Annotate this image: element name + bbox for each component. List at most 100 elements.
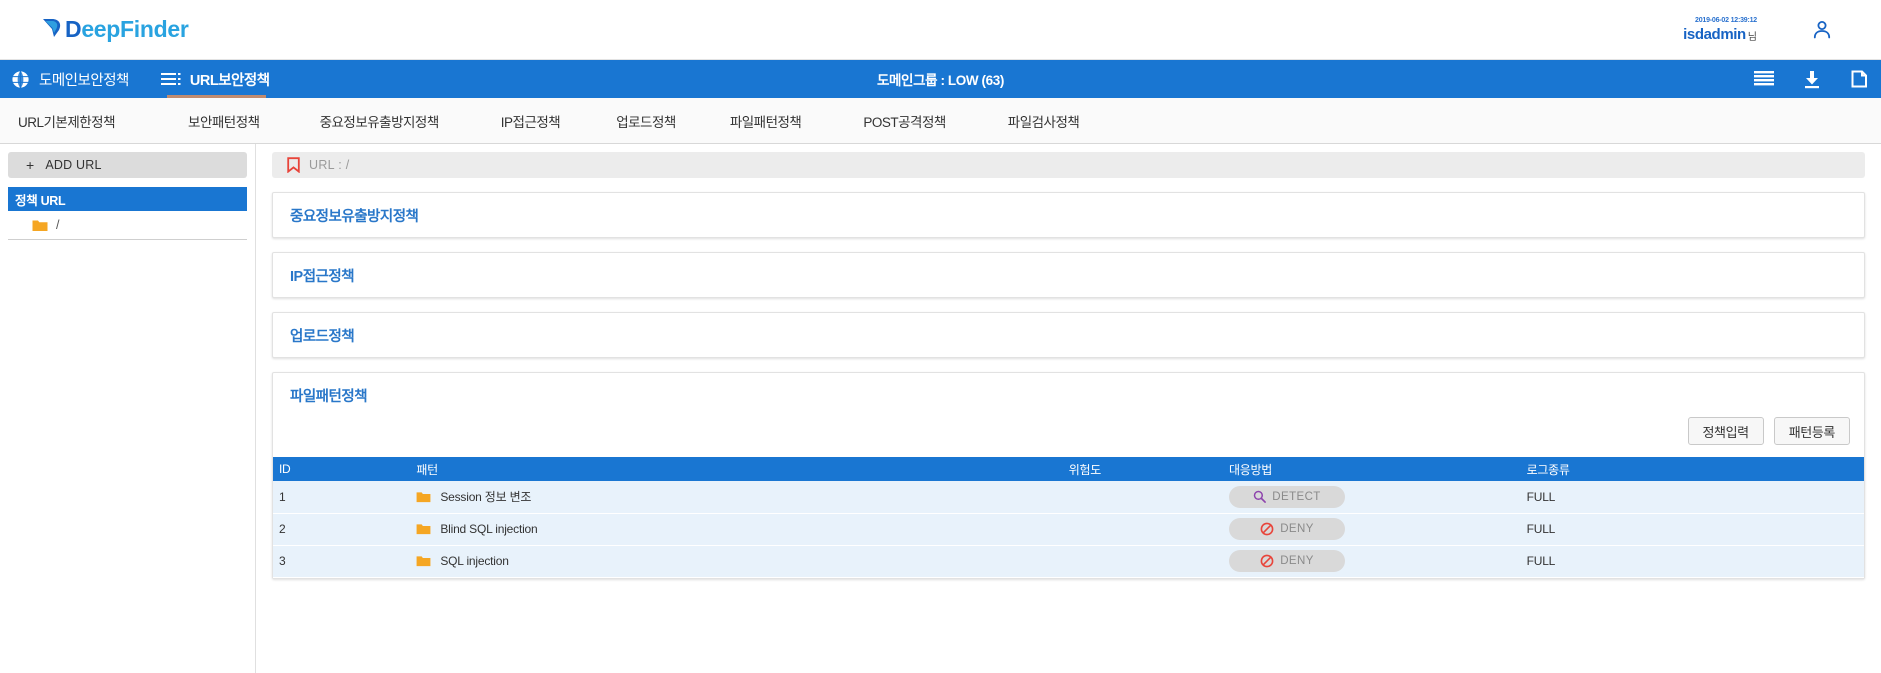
app-logo[interactable]: DeepFinder [40, 15, 189, 45]
table-header-row: ID 패턴 위험도 대응방법 로그종류 [273, 457, 1864, 481]
top-header: DeepFinder 2019-06-02 12:39:12 isdadmin … [0, 0, 1881, 60]
cell-pattern-label: Session 정보 변조 [440, 490, 532, 505]
folder-icon [416, 491, 431, 503]
deepfinder-logo-icon [40, 15, 65, 45]
download-icon[interactable] [1799, 66, 1825, 92]
deny-icon [1260, 554, 1274, 568]
tab-critical-info-leak-prevention-policy[interactable]: 중요정보유출방지정책 [310, 111, 449, 131]
cell-id: 1 [273, 481, 411, 514]
magnifier-icon [1253, 490, 1267, 504]
panel-ip-access-policy: IP접근정책 [272, 252, 1865, 298]
folder-icon [416, 523, 431, 535]
cell-pattern: Session 정보 변조 [410, 481, 1063, 514]
cell-id: 3 [273, 545, 411, 578]
username: isdadmin [1683, 25, 1746, 43]
table-header: ID 패턴 위험도 대응방법 로그종류 [273, 457, 1864, 481]
status-badge-label: DENY [1280, 555, 1314, 567]
cell-pattern-label: SQL injection [440, 554, 509, 568]
list-view-icon[interactable] [1751, 66, 1777, 92]
cell-response: DETECT [1223, 481, 1521, 514]
table-body: 1 Session 정보 변조 DETECT FULL 2 Blind SQL … [273, 481, 1864, 578]
folder-icon [32, 219, 48, 232]
sidebar-tree-label: / [56, 218, 60, 232]
pattern-register-button[interactable]: 패턴등록 [1773, 417, 1850, 445]
panel-title-file-pattern-policy[interactable]: 파일패턴정책 [273, 373, 1864, 417]
cell-log-type: FULL [1520, 545, 1864, 578]
cell-log-type: FULL [1520, 513, 1864, 546]
add-url-button[interactable]: + ADD URL [8, 152, 247, 178]
column-header-risk[interactable]: 위험도 [1062, 457, 1223, 481]
list-icon [160, 72, 181, 86]
user-info: 2019-06-02 12:39:12 isdadmin 님 [1683, 17, 1757, 43]
status-badge-label: DETECT [1272, 490, 1321, 503]
policy-tab-strip: URL기본제한정책 보안패턴정책 중요정보유출방지정책 IP접근정책 업로드정책… [0, 98, 1881, 144]
sidebar-section-title: 정책 URL [8, 187, 247, 211]
globe-icon [11, 69, 30, 89]
panel-title-ip-access-policy[interactable]: IP접근정책 [273, 253, 1864, 297]
table-row[interactable]: 3 SQL injection DENY FULL [273, 545, 1864, 578]
status-badge-deny: DENY [1229, 518, 1345, 540]
nav-label-url-security-policy: URL보안정책 [189, 72, 270, 89]
domain-group-label: 도메인그룹 : LOW (63) [877, 73, 1004, 88]
status-badge-deny: DENY [1229, 550, 1345, 572]
column-header-log-type[interactable]: 로그종류 [1520, 457, 1864, 481]
sidebar: + ADD URL 정책 URL / [0, 144, 256, 673]
logo-text-rest: eepFinder [81, 16, 189, 42]
panel-upload-policy: 업로드정책 [272, 312, 1865, 358]
column-header-response[interactable]: 대응방법 [1223, 457, 1521, 481]
username-suffix: 님 [1747, 32, 1757, 44]
cell-response: DENY [1223, 545, 1521, 578]
bookmark-icon [287, 157, 300, 173]
url-breadcrumb-text: URL : / [309, 158, 350, 172]
status-badge-detect: DETECT [1229, 485, 1345, 508]
username-row: isdadmin 님 [1683, 25, 1757, 44]
add-url-label: ADD URL [45, 158, 102, 172]
tab-upload-policy[interactable]: 업로드정책 [606, 111, 686, 131]
panel-title-upload-policy[interactable]: 업로드정책 [273, 313, 1864, 357]
tab-file-pattern-policy[interactable]: 파일패턴정책 [720, 111, 812, 131]
tab-security-pattern-policy[interactable]: 보안패턴정책 [178, 111, 270, 131]
panel-action-buttons: 정책입력 패턴등록 [273, 417, 1864, 457]
session-timestamp: 2019-06-02 12:39:12 [1695, 16, 1757, 24]
cell-id: 2 [273, 513, 411, 546]
page-body: + ADD URL 정책 URL / URL : / 중요정보유출방지정책 IP… [0, 144, 1881, 673]
nav-item-url-security-policy[interactable]: URL보안정책 [157, 60, 274, 98]
file-pattern-table-wrap: ID 패턴 위험도 대응방법 로그종류 1 Session 정보 변조 DETE… [273, 457, 1864, 578]
cell-pattern: Blind SQL injection [410, 513, 1063, 546]
header-right-cluster: 2019-06-02 12:39:12 isdadmin 님 [1683, 0, 1881, 60]
primary-nav-bar: 도메인보안정책 URL보안정책 도메인그룹 : LOW (63) [0, 60, 1881, 98]
cell-risk [1062, 545, 1223, 578]
column-header-id[interactable]: ID [273, 457, 411, 481]
panel-critical-info-leak-prevention-policy: 중요정보유출방지정책 [272, 192, 1865, 238]
tab-file-inspection-policy[interactable]: 파일검사정책 [998, 111, 1090, 131]
policy-input-button[interactable]: 정책입력 [1687, 417, 1764, 445]
plus-icon: + [26, 157, 35, 173]
copy-icon[interactable] [1847, 66, 1873, 92]
table-row[interactable]: 1 Session 정보 변조 DETECT FULL [273, 481, 1864, 514]
tab-post-attack-policy[interactable]: POST공격정책 [853, 111, 955, 131]
user-icon[interactable] [1809, 17, 1835, 43]
panel-file-pattern-policy: 파일패턴정책 정책입력 패턴등록 ID 패턴 위험도 대응방법 로그종류 1 S… [272, 372, 1865, 579]
cell-risk [1062, 513, 1223, 546]
cell-pattern: SQL injection [410, 545, 1063, 578]
panel-title-critical-info-leak-prevention-policy[interactable]: 중요정보유출방지정책 [273, 193, 1864, 237]
file-pattern-table: ID 패턴 위험도 대응방법 로그종류 1 Session 정보 변조 DETE… [273, 457, 1864, 578]
cell-log-type: FULL [1520, 481, 1864, 514]
cell-pattern-label: Blind SQL injection [440, 522, 538, 536]
status-badge-label: DENY [1280, 523, 1314, 535]
logo-text-d: D [65, 16, 82, 42]
tab-ip-access-policy[interactable]: IP접근정책 [491, 111, 570, 131]
table-row[interactable]: 2 Blind SQL injection DENY FULL [273, 513, 1864, 546]
nav-right-actions [1751, 66, 1873, 92]
nav-item-domain-security-policy[interactable]: 도메인보안정책 [7, 60, 133, 98]
nav-active-indicator [167, 95, 266, 98]
sidebar-tree-item-root[interactable]: / [8, 211, 247, 240]
deny-icon [1260, 522, 1274, 536]
folder-icon [416, 555, 431, 567]
tab-url-basic-restriction-policy[interactable]: URL기본제한정책 [8, 111, 125, 131]
logo-text: DeepFinder [65, 18, 189, 41]
column-header-pattern[interactable]: 패턴 [410, 457, 1063, 481]
nav-label-domain-security-policy: 도메인보안정책 [39, 72, 129, 89]
cell-risk [1062, 481, 1223, 514]
cell-response: DENY [1223, 513, 1521, 546]
